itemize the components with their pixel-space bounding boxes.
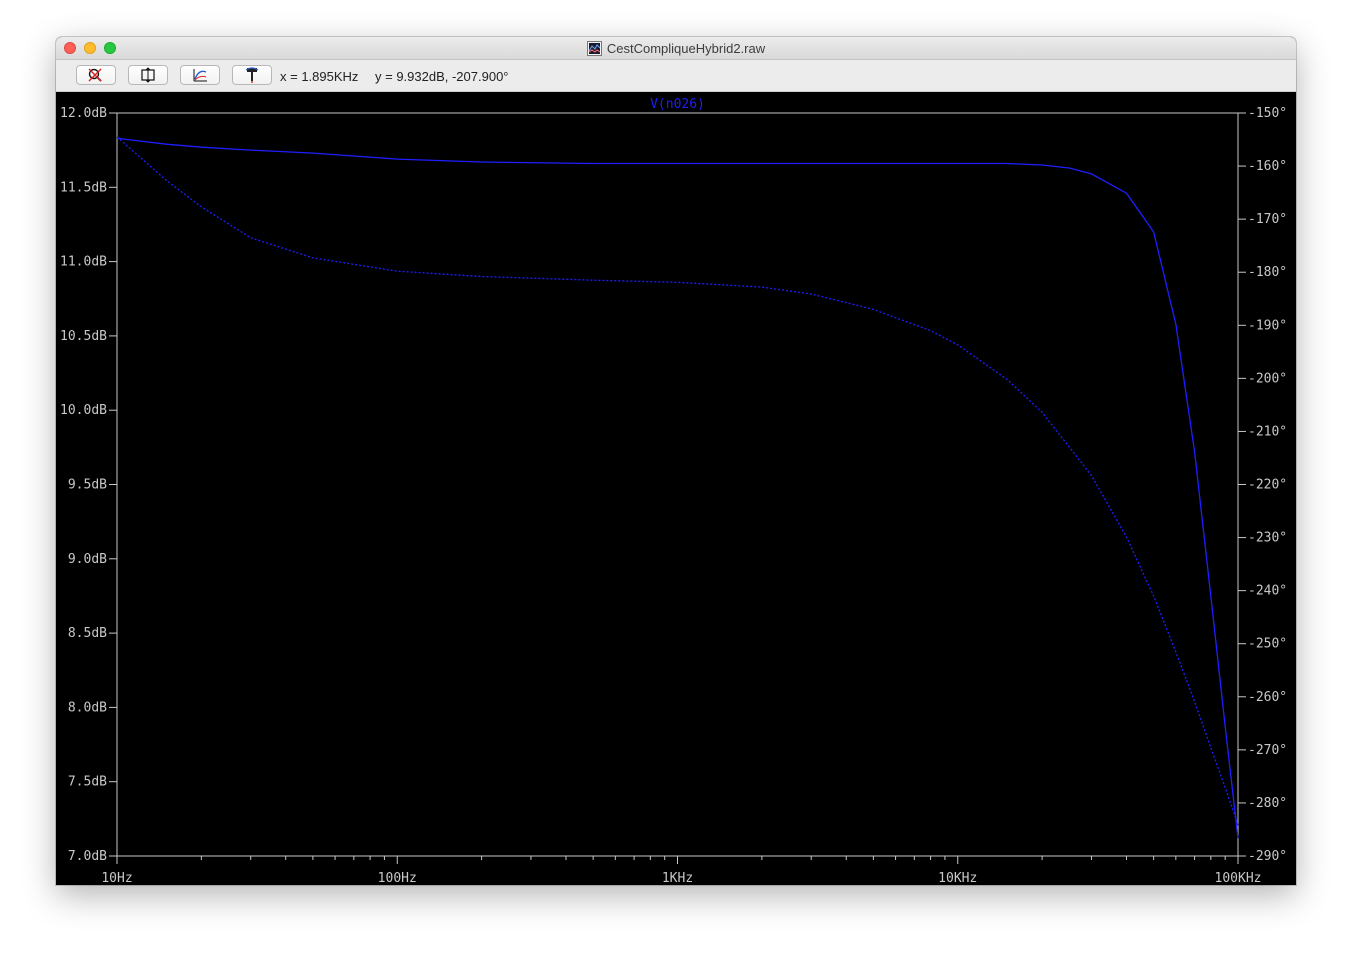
y-left-tick-label: 7.5dB xyxy=(68,775,107,790)
y-right-tick-label: -230° xyxy=(1248,531,1287,546)
title-bar: CestCompliqueHybrid2.raw xyxy=(56,37,1296,60)
y-right-tick-label: -240° xyxy=(1248,584,1287,599)
cursor-y-readout: y = 9.932dB, -207.900° xyxy=(375,69,509,84)
zoom-out-icon xyxy=(88,68,102,82)
waveform-document-icon xyxy=(586,41,602,56)
y-right-tick-label: -190° xyxy=(1248,318,1287,333)
x-tick-label: 10KHz xyxy=(938,871,977,885)
y-left-tick-label: 8.5dB xyxy=(68,626,107,641)
window-title: CestCompliqueHybrid2.raw xyxy=(606,41,766,56)
y-right-tick-label: -150° xyxy=(1248,106,1287,121)
y-right-tick-label: -170° xyxy=(1248,212,1287,227)
phase-trace[interactable] xyxy=(116,136,1239,826)
y-left-tick-label: 11.0dB xyxy=(60,255,107,270)
probe-icon xyxy=(245,67,259,83)
fit-curve-icon xyxy=(193,69,207,82)
plot-window: CestCompliqueHybrid2.raw x = 1.895KHz y … xyxy=(56,37,1296,885)
y-left-tick-label: 12.0dB xyxy=(60,106,107,121)
y-right-tick-label: -160° xyxy=(1248,159,1287,174)
x-tick-label: 100KHz xyxy=(1215,871,1262,885)
window-title-group: CestCompliqueHybrid2.raw xyxy=(56,37,1296,60)
y-right-tick-label: -290° xyxy=(1248,849,1287,864)
autorange-icon xyxy=(141,67,155,83)
y-left-tick-label: 7.0dB xyxy=(68,849,107,864)
y-left-tick-label: 11.5dB xyxy=(60,180,107,195)
plot-area[interactable]: 12.0dB 11.5dB 11.0dB 10.5dB 10.0dB 9.5dB 9.0dB… xyxy=(56,92,1296,885)
x-tick-label: 1KHz xyxy=(662,871,693,885)
y-left-tick-label: 9.5dB xyxy=(68,478,107,493)
x-tick-label: 10Hz xyxy=(101,871,132,885)
y-right-tick-label: -200° xyxy=(1248,371,1287,386)
cursor-x-readout: x = 1.895KHz xyxy=(280,69,359,84)
y-left-tick-label: 10.5dB xyxy=(60,329,107,344)
y-right-tick-label: -270° xyxy=(1248,743,1287,758)
fit-curve-button[interactable] xyxy=(180,65,220,85)
trace-title-label[interactable]: V(n026) xyxy=(650,97,705,112)
y-right-tick-label: -210° xyxy=(1248,424,1287,439)
y-right-tick-label: -280° xyxy=(1248,796,1287,811)
waveform-toolbar: x = 1.895KHz y = 9.932dB, -207.900° xyxy=(56,60,1296,92)
magnitude-trace[interactable] xyxy=(116,137,1239,839)
y-left-tick-label: 8.0dB xyxy=(68,700,107,715)
y-right-tick-label: -260° xyxy=(1248,690,1287,705)
y-left-tick-label: 10.0dB xyxy=(60,403,107,418)
y-right-tick-label: -250° xyxy=(1248,637,1287,652)
y-right-tick-label: -180° xyxy=(1248,265,1287,280)
probe-button[interactable] xyxy=(232,65,272,85)
zoom-out-button[interactable] xyxy=(76,65,116,85)
y-left-tick-label: 9.0dB xyxy=(68,552,107,567)
y-right-tick-label: -220° xyxy=(1248,478,1287,493)
bode-plot-chart[interactable]: 12.0dB 11.5dB 11.0dB 10.5dB 10.0dB 9.5dB 9.0dB… xyxy=(56,92,1296,885)
x-tick-label: 100Hz xyxy=(378,871,417,885)
autorange-button[interactable] xyxy=(128,65,168,85)
